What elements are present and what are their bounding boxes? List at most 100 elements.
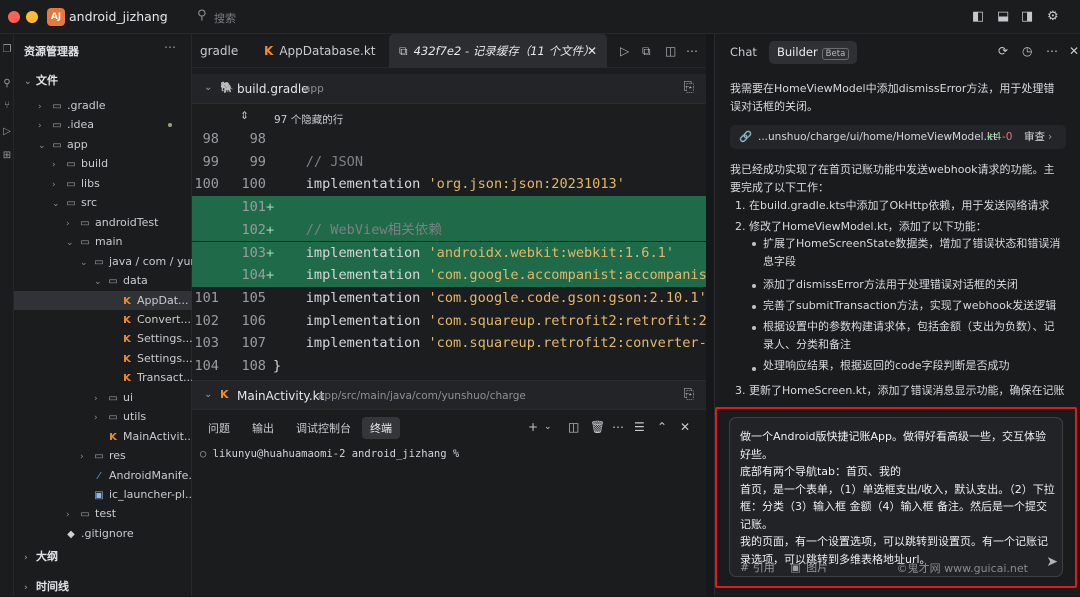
tree-folder[interactable]: › ▭ test bbox=[14, 504, 192, 524]
split-terminal-icon[interactable]: ◫ bbox=[568, 420, 579, 434]
chat-input[interactable]: 做一个Android版快捷记账App。做得好看高级一些，交互体验好些。 底部有两… bbox=[729, 417, 1063, 577]
diff-file-header[interactable]: ⌄ 🐘 build.gradle app ⎘ bbox=[192, 74, 706, 104]
chevron-down-icon[interactable]: ⌄ bbox=[52, 195, 64, 213]
toggle-sidebar-icon[interactable]: ◧ bbox=[972, 9, 984, 24]
terminal-settings-icon[interactable]: ☰ bbox=[634, 420, 645, 434]
hidden-lines-row[interactable]: ⇕ 97 个隐藏的行 bbox=[192, 108, 706, 128]
more-actions-icon[interactable]: ⋯ bbox=[1046, 44, 1058, 58]
tree-file[interactable]: K Convert... bbox=[14, 310, 192, 330]
toggle-secondary-sidebar-icon[interactable]: ◨ bbox=[1021, 9, 1033, 24]
tree-folder[interactable]: › ▭ libs bbox=[14, 174, 192, 194]
chevron-right-icon[interactable]: › bbox=[66, 215, 78, 233]
chevron-right-icon[interactable]: › bbox=[94, 409, 106, 427]
tree-file[interactable]: ◆ .gitignore bbox=[14, 524, 192, 544]
search-icon[interactable]: ⚲ bbox=[197, 8, 207, 23]
terminal-prompt[interactable]: ○ likunyu@huahuamaomi-2 android_jizhang … bbox=[200, 448, 459, 460]
run-debug-icon[interactable]: ▷ bbox=[0, 126, 14, 137]
tree-file[interactable]: K Settings... bbox=[14, 329, 192, 349]
explorer-icon[interactable]: ❐ bbox=[0, 44, 14, 55]
tree-folder[interactable]: › ▭ .idea bbox=[14, 115, 192, 135]
panel-tab[interactable]: 输出 bbox=[252, 420, 274, 436]
minimize-window-button[interactable] bbox=[26, 11, 38, 23]
new-terminal-icon[interactable]: + bbox=[528, 420, 538, 434]
chat-input-text[interactable]: 做一个Android版快捷记账App。做得好看高级一些，交互体验好些。 底部有两… bbox=[740, 428, 1056, 568]
chevron-down-icon[interactable]: ⌄ bbox=[80, 254, 92, 272]
settings-icon[interactable]: ⚙ bbox=[1047, 9, 1059, 24]
panel-tab[interactable]: 问题 bbox=[208, 420, 230, 436]
chevron-down-icon[interactable]: ⌄ bbox=[38, 137, 50, 155]
added-code-line[interactable]: 103 + implementation 'androidx.webkit:web… bbox=[192, 241, 706, 265]
code-line[interactable]: 103 107 implementation 'com.squareup.retr… bbox=[192, 332, 706, 355]
added-code-line[interactable]: 102 + // WebView相关依赖 bbox=[192, 218, 706, 242]
tree-folder[interactable]: ⌄ ▭ data bbox=[14, 271, 192, 291]
close-window-button[interactable] bbox=[8, 11, 20, 23]
project-badge[interactable]: AJ bbox=[47, 8, 65, 26]
tree-folder[interactable]: ⌄▭ java / com / yun... bbox=[14, 252, 192, 272]
panel-tab[interactable]: 调试控制台 bbox=[296, 420, 351, 436]
chevron-down-icon[interactable]: ⌄ bbox=[66, 234, 78, 252]
search-input[interactable]: 搜索 bbox=[214, 10, 236, 26]
extensions-icon[interactable]: ⊞ bbox=[0, 150, 14, 161]
chevron-down-icon[interactable]: ⌄ bbox=[94, 273, 106, 291]
history-icon[interactable]: ◷ bbox=[1022, 44, 1032, 58]
code-line[interactable]: 104 108} bbox=[192, 355, 706, 378]
tab-appdatabase[interactable]: K AppDatabase.kt bbox=[264, 34, 375, 68]
tab-builder[interactable]: Builder Beta bbox=[769, 41, 858, 64]
tree-folder[interactable]: › ▭ utils bbox=[14, 407, 192, 427]
code-line[interactable]: 102 106 implementation 'com.squareup.retr… bbox=[192, 310, 706, 333]
review-button[interactable]: 审查 bbox=[1024, 125, 1045, 149]
tree-folder[interactable]: › ▭ androidTest bbox=[14, 213, 192, 233]
chevron-right-icon[interactable]: › bbox=[66, 506, 78, 524]
chevron-right-icon[interactable]: › bbox=[80, 448, 92, 466]
code-line[interactable]: 100 100 implementation 'org.json:json:202… bbox=[192, 173, 706, 196]
code-line[interactable]: 101 105 implementation 'com.google.code.g… bbox=[192, 287, 706, 310]
close-icon[interactable]: ✕ bbox=[1069, 44, 1079, 58]
toggle-panel-icon[interactable]: ⬓ bbox=[997, 9, 1009, 24]
expand-icon[interactable]: ⇕ bbox=[240, 110, 249, 122]
code-line[interactable]: 99 99 // JSON bbox=[192, 151, 706, 174]
cite-button[interactable]: # 引用 bbox=[740, 561, 775, 574]
tab-gradle[interactable]: gradle bbox=[200, 34, 238, 68]
more-actions-icon[interactable]: ⋯ bbox=[164, 40, 176, 54]
maximize-panel-icon[interactable]: ⌃ bbox=[657, 420, 667, 434]
chevron-right-icon[interactable]: › bbox=[38, 117, 50, 135]
open-file-icon[interactable]: ⎘ bbox=[684, 387, 694, 402]
timeline-section[interactable]: › 时间线 bbox=[14, 577, 192, 597]
open-changes-icon[interactable]: ⧉ bbox=[642, 44, 651, 59]
chevron-right-icon[interactable]: › bbox=[38, 98, 50, 116]
diff-file-header[interactable]: ⌄ K MainActivity.kt app/src/main/java/co… bbox=[192, 380, 706, 410]
tree-folder[interactable]: ⌄ ▭ app bbox=[14, 135, 192, 155]
files-section[interactable]: ⌄ 文件 bbox=[14, 71, 192, 91]
diff-file-name[interactable]: build.gradle bbox=[237, 82, 309, 96]
panel-tab[interactable]: 终端 bbox=[362, 417, 400, 439]
code-line[interactable]: 98 98 bbox=[192, 128, 706, 151]
split-editor-icon[interactable]: ◫ bbox=[665, 44, 676, 58]
source-control-icon[interactable]: ⑂ bbox=[0, 100, 14, 111]
tree-folder[interactable]: › ▭ ui bbox=[14, 388, 192, 408]
tree-file[interactable]: K MainActivit... bbox=[14, 427, 192, 447]
more-actions-icon[interactable]: ⋯ bbox=[612, 420, 624, 434]
chevron-down-icon[interactable]: ⌄ bbox=[157, 8, 166, 21]
diff-file-name[interactable]: MainActivity.kt bbox=[237, 389, 324, 403]
close-panel-icon[interactable]: ✕ bbox=[680, 420, 690, 434]
changed-file-card[interactable]: 🔗 ...unshuo/charge/ui/home/HomeViewModel… bbox=[730, 125, 1066, 149]
chevron-down-icon[interactable]: ⌄ bbox=[204, 82, 212, 93]
tree-folder[interactable]: ⌄ ▭ src bbox=[14, 193, 192, 213]
tab-commit-diff[interactable]: ⧉ 432f7e2 - 记录缓存（11 个文件） ✕ bbox=[389, 34, 607, 68]
open-file-icon[interactable]: ⎘ bbox=[684, 80, 694, 95]
tab-chat[interactable]: Chat bbox=[730, 45, 757, 59]
chevron-right-icon[interactable]: › bbox=[52, 156, 64, 174]
added-code-line[interactable]: 104 + implementation 'com.google.accompan… bbox=[192, 264, 706, 287]
new-chat-icon[interactable]: ⟳ bbox=[998, 44, 1008, 58]
tree-folder[interactable]: › ▭ res bbox=[14, 446, 192, 466]
tree-file[interactable]: K Settings... bbox=[14, 349, 192, 369]
more-actions-icon[interactable]: ⋯ bbox=[686, 44, 698, 58]
search-icon[interactable]: ⚲ bbox=[0, 78, 14, 89]
image-button[interactable]: 图片 bbox=[806, 561, 828, 574]
tree-file[interactable]: K Transact... bbox=[14, 368, 192, 388]
close-tab-icon[interactable]: ✕ bbox=[587, 34, 597, 68]
tree-folder[interactable]: ⌄ ▭ main bbox=[14, 232, 192, 252]
added-code-line[interactable]: 101 + bbox=[192, 196, 706, 219]
chevron-down-icon[interactable]: ⌄ bbox=[204, 389, 212, 400]
tree-file[interactable]: ▣ ic_launcher-pl... bbox=[14, 485, 192, 505]
